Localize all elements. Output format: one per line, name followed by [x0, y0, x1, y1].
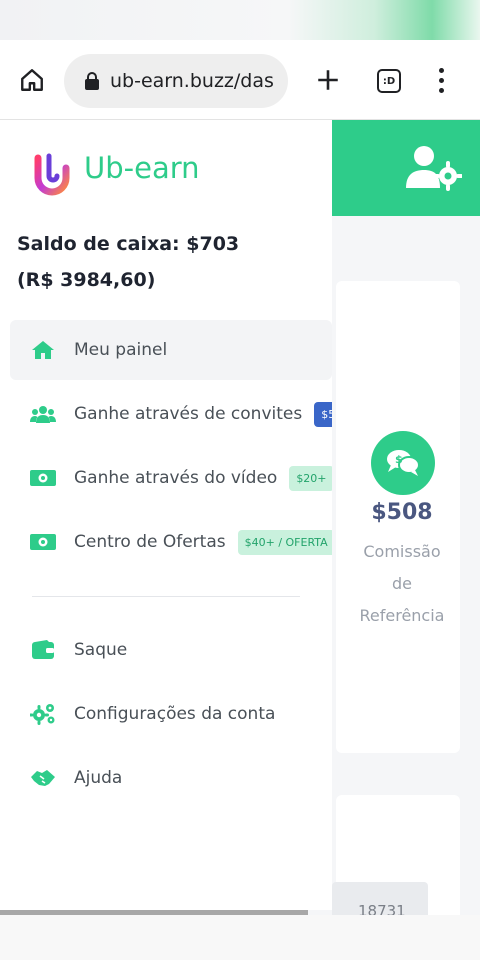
home-button[interactable] [14, 62, 50, 98]
tab-switcher-button[interactable]: :D [372, 64, 406, 98]
commission-label: Comissão de Referência [359, 542, 445, 625]
address-bar[interactable]: ub-earn.buzz/das [64, 54, 288, 108]
chat-money-icon: $ [387, 450, 420, 476]
menu-dot-icon [438, 77, 444, 83]
nav-label: Centro de Ofertas [74, 532, 226, 552]
users-icon [30, 403, 56, 425]
nav-account-settings[interactable]: Configurações da conta [10, 684, 332, 744]
browser-menu-button[interactable] [426, 62, 456, 98]
nav-withdraw[interactable]: Saque [10, 620, 332, 680]
balance-usd: Saldo de caixa: $703 [17, 233, 240, 255]
commission-value: $508 [371, 500, 433, 525]
divider [32, 596, 300, 597]
browser-toolbar: ub-earn.buzz/das :D [0, 40, 480, 120]
nav-help[interactable]: Ajuda [10, 748, 332, 808]
bottom-bar [0, 915, 480, 960]
balance: Saldo de caixa: $703 (R$ 3984,60) [17, 226, 239, 298]
nav-badge: $20+ [289, 465, 332, 491]
tab-count: :D [377, 69, 401, 93]
nav-label: Ajuda [74, 768, 123, 788]
ub-earn-logo [34, 153, 70, 196]
money-icon [30, 467, 56, 489]
nav-label: Ganhe através do vídeo [74, 468, 278, 488]
money-icon [30, 531, 56, 553]
handshake-icon [30, 767, 56, 789]
nav-dashboard[interactable]: Meu painel [10, 320, 332, 380]
nav-label: Saque [74, 640, 128, 660]
menu-dot-icon [438, 87, 444, 93]
nav-badge: $40+ / OFERTA [237, 529, 332, 555]
home-icon [30, 339, 56, 361]
nav-video[interactable]: Ganhe através do vídeo $20+ [10, 448, 332, 508]
plus-icon [318, 70, 338, 90]
gears-icon [30, 703, 56, 725]
nav-label: Meu painel [74, 340, 168, 360]
nav-invites[interactable]: Ganhe através de convites $5 [10, 384, 332, 444]
nav-offers[interactable]: Centro de Ofertas $40+ / OFERTA [10, 512, 332, 572]
lock-icon [85, 72, 99, 90]
nav-badge: $5 [314, 401, 332, 427]
svg-text:$: $ [395, 453, 403, 466]
home-icon [21, 69, 43, 91]
new-tab-button[interactable] [310, 62, 346, 98]
wallet-icon [30, 639, 56, 661]
menu-dot-icon [438, 67, 444, 73]
nav-label: Configurações da conta [74, 704, 276, 724]
brand-name: Ub-earn [84, 151, 200, 185]
side-drawer: Ub-earn Saldo de caixa: $703 (R$ 3984,60… [0, 120, 332, 910]
user-settings-icon[interactable] [404, 144, 462, 192]
nav-label: Ganhe através de convites [74, 404, 303, 424]
commission-badge: $ [371, 431, 435, 495]
url-text: ub-earn.buzz/das [110, 70, 274, 92]
status-area [0, 0, 480, 40]
balance-brl: (R$ 3984,60) [17, 269, 156, 291]
